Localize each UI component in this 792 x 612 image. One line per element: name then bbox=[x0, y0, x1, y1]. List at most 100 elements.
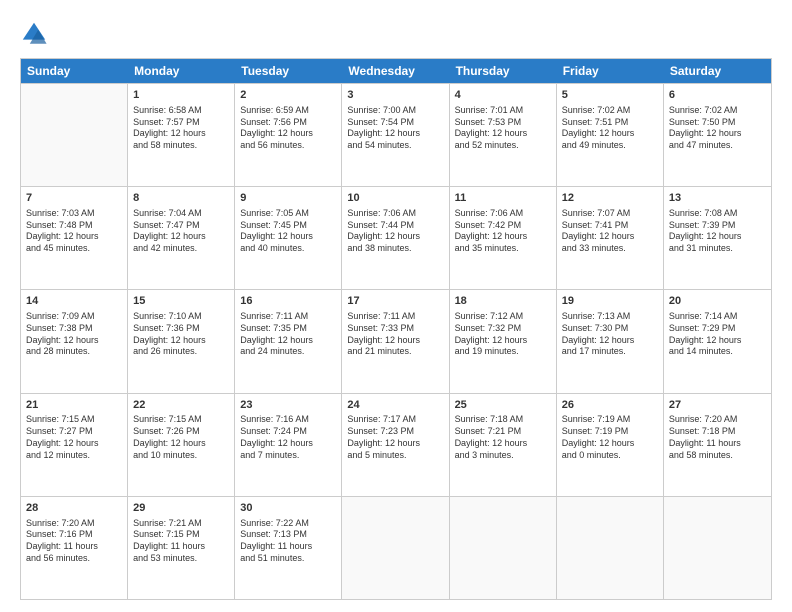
day-number: 6 bbox=[669, 88, 766, 103]
day-number: 27 bbox=[669, 398, 766, 413]
calendar-header: SundayMondayTuesdayWednesdayThursdayFrid… bbox=[21, 59, 771, 83]
calendar-cell: 15Sunrise: 7:10 AM Sunset: 7:36 PM Dayli… bbox=[128, 290, 235, 392]
day-info: Sunrise: 7:06 AM Sunset: 7:44 PM Dayligh… bbox=[347, 208, 443, 255]
calendar-cell: 26Sunrise: 7:19 AM Sunset: 7:19 PM Dayli… bbox=[557, 394, 664, 496]
day-info: Sunrise: 7:02 AM Sunset: 7:50 PM Dayligh… bbox=[669, 105, 766, 152]
day-info: Sunrise: 6:59 AM Sunset: 7:56 PM Dayligh… bbox=[240, 105, 336, 152]
calendar-cell: 30 Sunrise: 7:22 AM Sunset: 7:13 PM Dayli… bbox=[235, 497, 342, 599]
day-info: Sunrise: 7:08 AM Sunset: 7:39 PM Dayligh… bbox=[669, 208, 766, 255]
calendar-cell bbox=[664, 497, 771, 599]
calendar-cell: 12 Sunrise: 7:07 AM Sunset: 7:41 PM Dayli… bbox=[557, 187, 664, 289]
calendar-cell: 6 Sunrise: 7:02 AM Sunset: 7:50 PM Daylig… bbox=[664, 84, 771, 186]
header bbox=[20, 16, 772, 48]
calendar-cell: 8Sunrise: 7:04 AM Sunset: 7:47 PM Daylig… bbox=[128, 187, 235, 289]
day-number: 3 bbox=[347, 88, 443, 103]
day-info: Sunrise: 7:07 AM Sunset: 7:41 PM Dayligh… bbox=[562, 208, 658, 255]
calendar-cell: 5 Sunrise: 7:02 AM Sunset: 7:51 PM Daylig… bbox=[557, 84, 664, 186]
day-info: Sunrise: 7:15 AM Sunset: 7:27 PM Dayligh… bbox=[26, 414, 122, 461]
day-info: Sunrise: 7:20 AM Sunset: 7:16 PM Dayligh… bbox=[26, 518, 122, 565]
calendar-cell: 17 Sunrise: 7:11 AM Sunset: 7:33 PM Dayli… bbox=[342, 290, 449, 392]
day-number: 26 bbox=[562, 398, 658, 413]
day-number: 13 bbox=[669, 191, 766, 206]
calendar-cell: 18 Sunrise: 7:12 AM Sunset: 7:32 PM Dayli… bbox=[450, 290, 557, 392]
day-number: 30 bbox=[240, 501, 336, 516]
day-number: 15 bbox=[133, 294, 229, 309]
calendar-cell: 13 Sunrise: 7:08 AM Sunset: 7:39 PM Dayli… bbox=[664, 187, 771, 289]
day-info: Sunrise: 7:20 AM Sunset: 7:18 PM Dayligh… bbox=[669, 414, 766, 461]
calendar-row: 28 Sunrise: 7:20 AM Sunset: 7:16 PM Dayli… bbox=[21, 496, 771, 599]
calendar-cell: 1 Sunrise: 6:58 AM Sunset: 7:57 PM Daylig… bbox=[128, 84, 235, 186]
day-number: 17 bbox=[347, 294, 443, 309]
day-info: Sunrise: 7:19 AM Sunset: 7:19 PM Dayligh… bbox=[562, 414, 658, 461]
day-number: 25 bbox=[455, 398, 551, 413]
calendar-cell: 22Sunrise: 7:15 AM Sunset: 7:26 PM Dayli… bbox=[128, 394, 235, 496]
day-number: 16 bbox=[240, 294, 336, 309]
calendar-cell: 11Sunrise: 7:06 AM Sunset: 7:42 PM Dayli… bbox=[450, 187, 557, 289]
calendar-cell: 2 Sunrise: 6:59 AM Sunset: 7:56 PM Daylig… bbox=[235, 84, 342, 186]
day-info: Sunrise: 7:12 AM Sunset: 7:32 PM Dayligh… bbox=[455, 311, 551, 358]
calendar-cell: 21Sunrise: 7:15 AM Sunset: 7:27 PM Dayli… bbox=[21, 394, 128, 496]
calendar-cell: 19 Sunrise: 7:13 AM Sunset: 7:30 PM Dayli… bbox=[557, 290, 664, 392]
calendar-cell bbox=[557, 497, 664, 599]
day-info: Sunrise: 7:11 AM Sunset: 7:35 PM Dayligh… bbox=[240, 311, 336, 358]
calendar-row: 1 Sunrise: 6:58 AM Sunset: 7:57 PM Daylig… bbox=[21, 83, 771, 186]
calendar-day-header: Monday bbox=[128, 59, 235, 83]
day-number: 20 bbox=[669, 294, 766, 309]
day-info: Sunrise: 7:03 AM Sunset: 7:48 PM Dayligh… bbox=[26, 208, 122, 255]
day-number: 22 bbox=[133, 398, 229, 413]
day-info: Sunrise: 7:11 AM Sunset: 7:33 PM Dayligh… bbox=[347, 311, 443, 358]
day-number: 10 bbox=[347, 191, 443, 206]
day-number: 1 bbox=[133, 88, 229, 103]
day-number: 5 bbox=[562, 88, 658, 103]
calendar-row: 21Sunrise: 7:15 AM Sunset: 7:27 PM Dayli… bbox=[21, 393, 771, 496]
calendar-body: 1 Sunrise: 6:58 AM Sunset: 7:57 PM Daylig… bbox=[21, 83, 771, 599]
day-info: Sunrise: 7:16 AM Sunset: 7:24 PM Dayligh… bbox=[240, 414, 336, 461]
day-number: 12 bbox=[562, 191, 658, 206]
calendar-cell: 16 Sunrise: 7:11 AM Sunset: 7:35 PM Dayli… bbox=[235, 290, 342, 392]
calendar-cell: 27Sunrise: 7:20 AM Sunset: 7:18 PM Dayli… bbox=[664, 394, 771, 496]
day-info: Sunrise: 7:09 AM Sunset: 7:38 PM Dayligh… bbox=[26, 311, 122, 358]
day-number: 29 bbox=[133, 501, 229, 516]
day-number: 8 bbox=[133, 191, 229, 206]
page: SundayMondayTuesdayWednesdayThursdayFrid… bbox=[0, 0, 792, 612]
calendar-day-header: Saturday bbox=[664, 59, 771, 83]
calendar-day-header: Tuesday bbox=[235, 59, 342, 83]
day-number: 23 bbox=[240, 398, 336, 413]
day-number: 7 bbox=[26, 191, 122, 206]
day-number: 9 bbox=[240, 191, 336, 206]
day-number: 28 bbox=[26, 501, 122, 516]
day-number: 19 bbox=[562, 294, 658, 309]
calendar-cell: 3 Sunrise: 7:00 AM Sunset: 7:54 PM Daylig… bbox=[342, 84, 449, 186]
day-number: 11 bbox=[455, 191, 551, 206]
day-info: Sunrise: 6:58 AM Sunset: 7:57 PM Dayligh… bbox=[133, 105, 229, 152]
day-info: Sunrise: 7:17 AM Sunset: 7:23 PM Dayligh… bbox=[347, 414, 443, 461]
day-info: Sunrise: 7:14 AM Sunset: 7:29 PM Dayligh… bbox=[669, 311, 766, 358]
day-info: Sunrise: 7:13 AM Sunset: 7:30 PM Dayligh… bbox=[562, 311, 658, 358]
calendar-cell: 9 Sunrise: 7:05 AM Sunset: 7:45 PM Daylig… bbox=[235, 187, 342, 289]
logo bbox=[20, 20, 52, 48]
calendar-cell: 10 Sunrise: 7:06 AM Sunset: 7:44 PM Dayli… bbox=[342, 187, 449, 289]
day-info: Sunrise: 7:18 AM Sunset: 7:21 PM Dayligh… bbox=[455, 414, 551, 461]
day-number: 18 bbox=[455, 294, 551, 309]
calendar-day-header: Thursday bbox=[450, 59, 557, 83]
day-info: Sunrise: 7:22 AM Sunset: 7:13 PM Dayligh… bbox=[240, 518, 336, 565]
day-info: Sunrise: 7:05 AM Sunset: 7:45 PM Dayligh… bbox=[240, 208, 336, 255]
calendar-row: 14 Sunrise: 7:09 AM Sunset: 7:38 PM Dayli… bbox=[21, 289, 771, 392]
calendar-cell: 28 Sunrise: 7:20 AM Sunset: 7:16 PM Dayli… bbox=[21, 497, 128, 599]
calendar: SundayMondayTuesdayWednesdayThursdayFrid… bbox=[20, 58, 772, 600]
calendar-cell bbox=[21, 84, 128, 186]
calendar-cell: 29 Sunrise: 7:21 AM Sunset: 7:15 PM Dayli… bbox=[128, 497, 235, 599]
calendar-row: 7 Sunrise: 7:03 AM Sunset: 7:48 PM Daylig… bbox=[21, 186, 771, 289]
calendar-cell: 4Sunrise: 7:01 AM Sunset: 7:53 PM Daylig… bbox=[450, 84, 557, 186]
calendar-cell: 25Sunrise: 7:18 AM Sunset: 7:21 PM Dayli… bbox=[450, 394, 557, 496]
day-info: Sunrise: 7:01 AM Sunset: 7:53 PM Dayligh… bbox=[455, 105, 551, 152]
calendar-cell: 20 Sunrise: 7:14 AM Sunset: 7:29 PM Dayli… bbox=[664, 290, 771, 392]
day-info: Sunrise: 7:02 AM Sunset: 7:51 PM Dayligh… bbox=[562, 105, 658, 152]
day-info: Sunrise: 7:00 AM Sunset: 7:54 PM Dayligh… bbox=[347, 105, 443, 152]
day-number: 2 bbox=[240, 88, 336, 103]
logo-icon bbox=[20, 20, 48, 48]
day-number: 14 bbox=[26, 294, 122, 309]
day-number: 24 bbox=[347, 398, 443, 413]
calendar-cell: 7 Sunrise: 7:03 AM Sunset: 7:48 PM Daylig… bbox=[21, 187, 128, 289]
day-info: Sunrise: 7:21 AM Sunset: 7:15 PM Dayligh… bbox=[133, 518, 229, 565]
